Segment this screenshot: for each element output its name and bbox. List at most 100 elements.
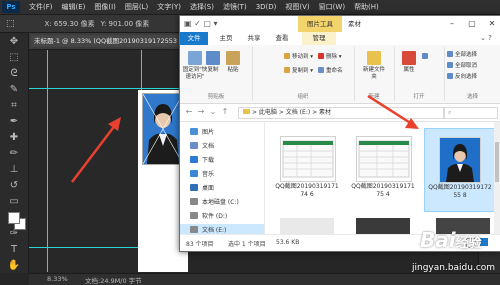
tab-home[interactable]: 主页 — [214, 32, 238, 45]
select-none-icon — [447, 62, 453, 68]
menu-image[interactable]: 图像(I) — [94, 2, 116, 12]
marquee-tool-icon[interactable]: ⬚ — [7, 51, 21, 65]
file-thumbnail-partial[interactable] — [280, 218, 334, 234]
eraser-tool-icon[interactable]: ▭ — [7, 195, 21, 209]
menu-edit[interactable]: 编辑(E) — [62, 2, 86, 12]
file-thumbnail-partial[interactable] — [356, 218, 410, 234]
downloads-icon — [190, 156, 198, 163]
file-item[interactable]: QQ截图2019031917174 6 — [272, 128, 342, 210]
close-icon[interactable]: ✕ — [482, 16, 500, 32]
select-all-button[interactable]: 全部选择 — [447, 51, 477, 60]
file-item-selected[interactable]: QQ截图2019031917255 8 — [424, 128, 496, 212]
copy-to-icon — [284, 67, 290, 73]
history-brush-icon[interactable]: ↺ — [7, 179, 21, 193]
properties-icon — [402, 51, 416, 65]
eyedropper-tool-icon[interactable]: ✒ — [7, 115, 21, 129]
music-icon — [190, 170, 198, 177]
properties-button[interactable]: 属性 — [398, 51, 420, 74]
menu-type[interactable]: 文字(Y) — [157, 2, 181, 12]
brush-tool-icon[interactable]: ✏ — [7, 147, 21, 161]
healing-tool-icon[interactable]: ✚ — [7, 131, 21, 145]
portrait-image — [143, 94, 183, 164]
nav-item-pictures[interactable]: 图片 — [180, 126, 264, 140]
spreadsheet-preview — [358, 140, 410, 178]
menu-select[interactable]: 选择(S) — [190, 2, 214, 12]
document-tab[interactable]: 未标题-1 @ 8.33% (QQ截图20190319172553 — [31, 35, 184, 47]
new-group-label: 新建 — [368, 94, 380, 100]
organize-group-label: 组织 — [297, 94, 309, 100]
menu-help[interactable]: 帮助(H) — [354, 2, 379, 12]
lasso-tool-icon[interactable]: ᘓ — [7, 67, 21, 81]
menu-window[interactable]: 窗口(W) — [319, 2, 345, 12]
nav-item-documents[interactable]: 文档 — [180, 140, 264, 154]
delete-button[interactable]: 删除 ▾ — [318, 53, 342, 62]
ps-document-tab-bar: 未标题-1 @ 8.33% (QQ截图20190319172553 — [29, 33, 191, 50]
picture-tools-context-tab[interactable]: 图片工具 — [298, 16, 342, 32]
rename-button[interactable]: 重命名 — [318, 67, 343, 76]
selected-size: 53.6 KB — [276, 239, 300, 246]
invert-selection-button[interactable]: 反向选择 — [447, 73, 477, 82]
copy-button[interactable]: 复制 — [204, 51, 222, 74]
move-to-button[interactable]: 移动到 ▾ — [284, 53, 313, 62]
menu-layer[interactable]: 图层(L) — [125, 2, 148, 12]
clipboard-group-label: 剪贴板 — [207, 94, 225, 100]
nav-item-drive-c[interactable]: 本地磁盘 (C:) — [180, 196, 264, 210]
copy-to-button[interactable]: 复制到 ▾ — [284, 67, 313, 76]
scrollbar-thumb[interactable] — [495, 142, 499, 182]
search-icon: ⌕ — [448, 109, 452, 116]
screenshot-thumbnail — [280, 136, 336, 182]
open-button[interactable] — [422, 53, 430, 62]
tool-preset-icon[interactable]: ⬚ — [6, 19, 15, 29]
ribbon-collapse-chevron-icon[interactable]: ⌄ ? — [480, 34, 492, 42]
recent-chevron-icon[interactable]: ⌄ — [208, 107, 218, 117]
pin-icon — [188, 51, 202, 65]
tab-file[interactable]: 文件 — [180, 32, 208, 45]
nav-item-drive-e[interactable]: 文档 (E:) — [180, 224, 264, 234]
y-position-field[interactable]: Y: 901.00 像素 — [101, 19, 150, 29]
quick-select-tool-icon[interactable]: ✎ — [7, 83, 21, 97]
up-arrow-icon[interactable]: ↑ — [220, 107, 230, 117]
tab-view[interactable]: 查看 — [270, 32, 294, 45]
select-none-button[interactable]: 全部取消 — [447, 62, 477, 71]
vertical-scrollbar[interactable] — [494, 122, 500, 234]
paste-icon — [226, 51, 240, 65]
window-title: 素材 — [348, 20, 361, 28]
portrait-thumbnail — [439, 137, 481, 183]
file-item[interactable]: QQ截图2019031917175 4 — [348, 128, 418, 210]
stamp-tool-icon[interactable]: ⊥ — [7, 163, 21, 177]
move-to-icon — [284, 53, 290, 59]
search-input[interactable]: ⌕ — [444, 107, 498, 119]
menu-3d[interactable]: 3D(D) — [256, 3, 277, 11]
nav-item-desktop[interactable]: 桌面 — [180, 182, 264, 196]
type-tool-icon[interactable]: T — [7, 243, 21, 257]
tab-manage[interactable]: 管理 — [302, 32, 336, 45]
zoom-level[interactable]: 8.33% — [47, 275, 68, 283]
minimize-icon[interactable]: – — [442, 16, 462, 32]
foreground-color-swatch[interactable] — [8, 212, 20, 224]
folder-icon — [243, 109, 250, 114]
quick-access-toolbar[interactable]: ▣ ✓ ▢ ▾ — [184, 19, 224, 29]
select-group-label: 选择 — [466, 94, 478, 100]
tab-share[interactable]: 共享 — [242, 32, 266, 45]
maximize-icon[interactable]: ▢ — [462, 16, 482, 32]
nav-item-downloads[interactable]: 下载 — [180, 154, 264, 168]
paste-button[interactable]: 粘贴 — [224, 51, 242, 74]
delete-icon — [318, 53, 324, 59]
menu-file[interactable]: 文件(F) — [29, 2, 53, 12]
spreadsheet-preview — [282, 140, 334, 178]
forward-arrow-icon[interactable]: → — [196, 107, 206, 117]
menu-filter[interactable]: 滤镜(T) — [223, 2, 247, 12]
clipboard-group: 固定到"快速访问" 复制 粘贴 剪贴板 — [180, 47, 253, 101]
new-folder-icon — [367, 51, 381, 65]
crop-tool-icon[interactable]: ⌗ — [7, 99, 21, 113]
x-position-field[interactable]: X: 659.30 像素 — [45, 19, 95, 29]
placed-photo[interactable] — [142, 93, 184, 165]
nav-item-drive-d[interactable]: 软件 (D:) — [180, 210, 264, 224]
back-arrow-icon[interactable]: ← — [184, 107, 194, 117]
move-tool-icon[interactable]: ✥ — [7, 35, 21, 49]
address-box[interactable]: > 此电脑 > 文档 (E:) > 素材 — [238, 107, 444, 119]
menu-view[interactable]: 视图(V) — [285, 2, 309, 12]
nav-item-music[interactable]: 音乐 — [180, 168, 264, 182]
new-folder-button[interactable]: 新建文件夹 — [361, 51, 387, 81]
hand-tool-icon[interactable]: ✋ — [7, 259, 21, 273]
